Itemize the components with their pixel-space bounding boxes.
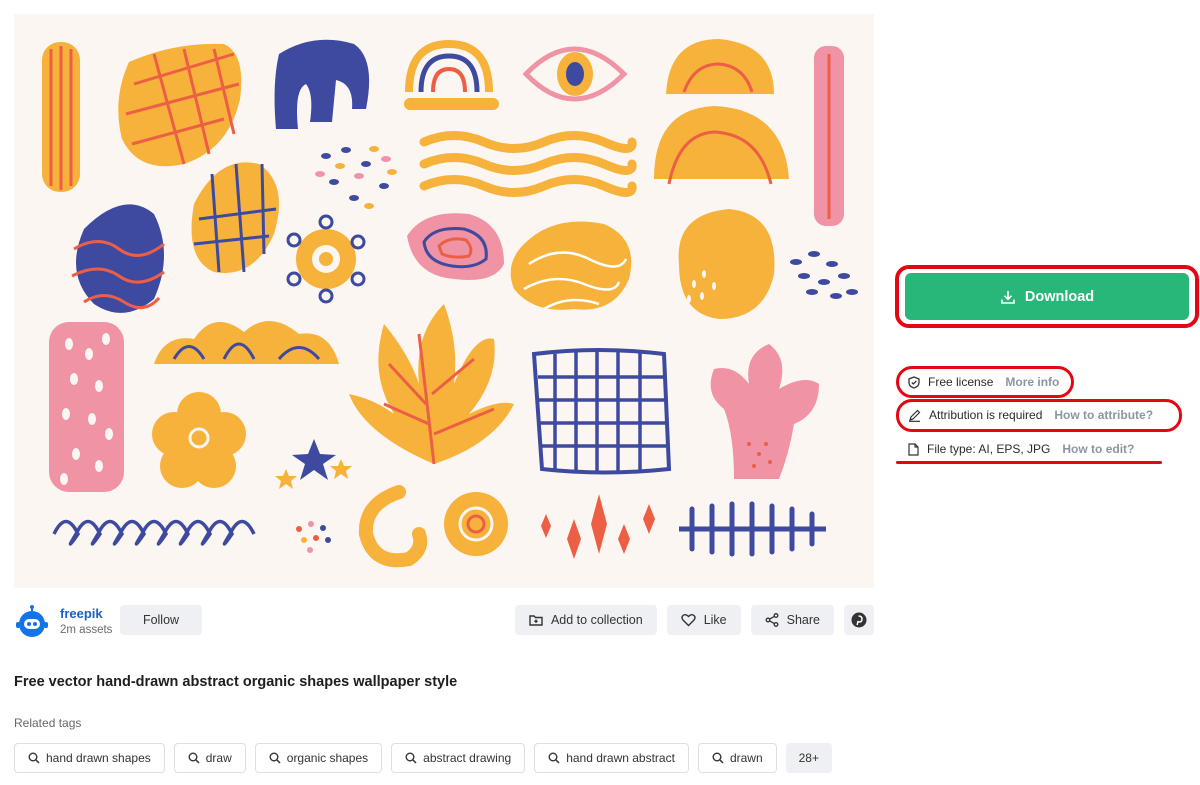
share-button[interactable]: Share <box>750 605 834 635</box>
tag-chip[interactable]: abstract drawing <box>391 743 526 773</box>
tag-label: draw <box>205 751 232 765</box>
search-icon <box>548 752 560 764</box>
attribution-label: Attribution is required <box>929 408 1043 422</box>
author-block: freepik 2m assets <box>14 604 112 640</box>
tag-label: abstract drawing <box>423 751 512 765</box>
pinterest-icon <box>851 612 867 628</box>
search-icon <box>188 752 200 764</box>
tag-label: organic shapes <box>286 751 369 765</box>
author-name[interactable]: freepik <box>60 606 112 622</box>
how-to-attribute-link[interactable]: How to attribute? <box>1054 408 1153 422</box>
add-to-collection-label: Add to collection <box>550 613 643 627</box>
download-label: Download <box>1024 288 1095 305</box>
search-icon <box>405 752 417 764</box>
tag-chip[interactable]: draw <box>173 743 246 773</box>
download-button[interactable]: Download <box>905 273 1189 320</box>
follow-button[interactable]: Follow <box>120 605 202 635</box>
file-type-underline <box>896 461 1162 464</box>
heart-icon <box>681 614 696 627</box>
file-type-label: File type: AI, EPS, JPG <box>927 442 1051 456</box>
freepik-robot-icon <box>16 605 48 637</box>
related-tags-list: hand drawn shapes draw organic shapes ab… <box>14 743 832 773</box>
search-icon <box>28 752 40 764</box>
download-highlight: Download <box>895 265 1199 328</box>
avatar[interactable] <box>14 604 50 640</box>
author-assets-count: 2m assets <box>60 624 113 637</box>
license-label: Free license <box>928 375 994 389</box>
like-label: Like <box>703 613 727 627</box>
share-label: Share <box>786 613 820 627</box>
tag-label: hand drawn shapes <box>46 751 151 765</box>
folder-plus-icon <box>529 615 543 626</box>
tag-label: drawn <box>729 751 763 765</box>
tag-chip[interactable]: drawn <box>697 743 777 773</box>
related-tags-label: Related tags <box>14 716 82 730</box>
how-to-edit-link[interactable]: How to edit? <box>1062 442 1134 456</box>
preview-image[interactable] <box>14 14 874 588</box>
search-icon <box>712 752 724 764</box>
license-row: Free license More info <box>908 375 1059 389</box>
like-button[interactable]: Like <box>666 605 741 635</box>
shield-check-icon <box>908 375 920 389</box>
search-icon <box>269 752 281 764</box>
page-title: Free vector hand-drawn abstract organic … <box>14 674 458 690</box>
abstract-shapes-illustration <box>42 39 858 568</box>
tag-chip[interactable]: organic shapes <box>254 743 383 773</box>
pinterest-button[interactable] <box>844 605 874 635</box>
tag-label: hand drawn abstract <box>566 751 675 765</box>
tag-chip[interactable]: hand drawn shapes <box>14 743 165 773</box>
share-icon <box>765 613 779 627</box>
download-icon <box>1001 290 1015 304</box>
more-info-link[interactable]: More info <box>1005 375 1059 389</box>
attribution-row: Attribution is required How to attribute… <box>908 408 1153 422</box>
add-to-collection-button[interactable]: Add to collection <box>514 605 657 635</box>
file-icon <box>908 442 919 456</box>
file-type-row: File type: AI, EPS, JPG How to edit? <box>908 442 1134 456</box>
tag-chip[interactable]: hand drawn abstract <box>534 743 689 773</box>
more-tags-button[interactable]: 28+ <box>785 743 832 773</box>
action-bar: Add to collection Like Share <box>514 605 874 635</box>
pen-signature-icon <box>909 409 921 422</box>
